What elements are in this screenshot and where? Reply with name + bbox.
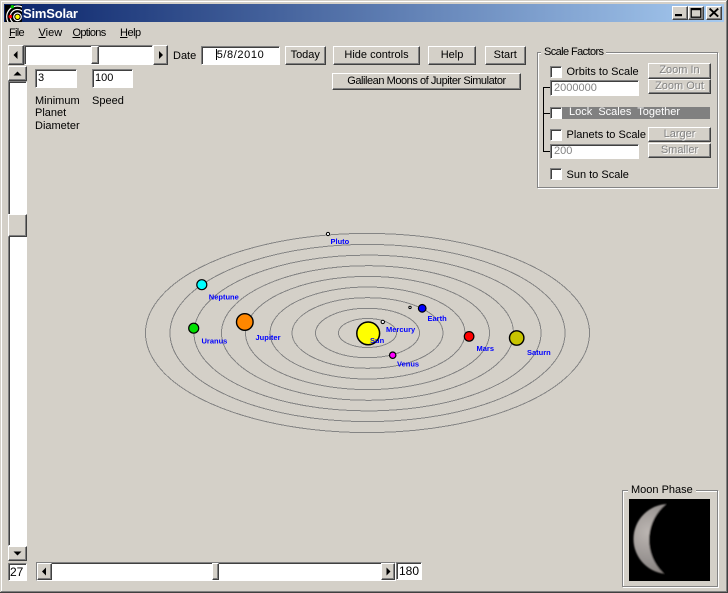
svg-text:Jupiter: Jupiter (256, 333, 281, 342)
svg-text:Saturn: Saturn (527, 348, 551, 357)
svg-text:Sun: Sun (370, 336, 385, 345)
svg-text:Uranus: Uranus (202, 337, 228, 346)
svg-text:Earth: Earth (428, 314, 448, 323)
svg-text:Neptune: Neptune (209, 292, 239, 301)
svg-text:Mars: Mars (477, 344, 495, 353)
svg-text:Mercury: Mercury (386, 325, 416, 334)
svg-text:Venus: Venus (397, 360, 419, 369)
svg-text:Pluto: Pluto (331, 237, 350, 246)
